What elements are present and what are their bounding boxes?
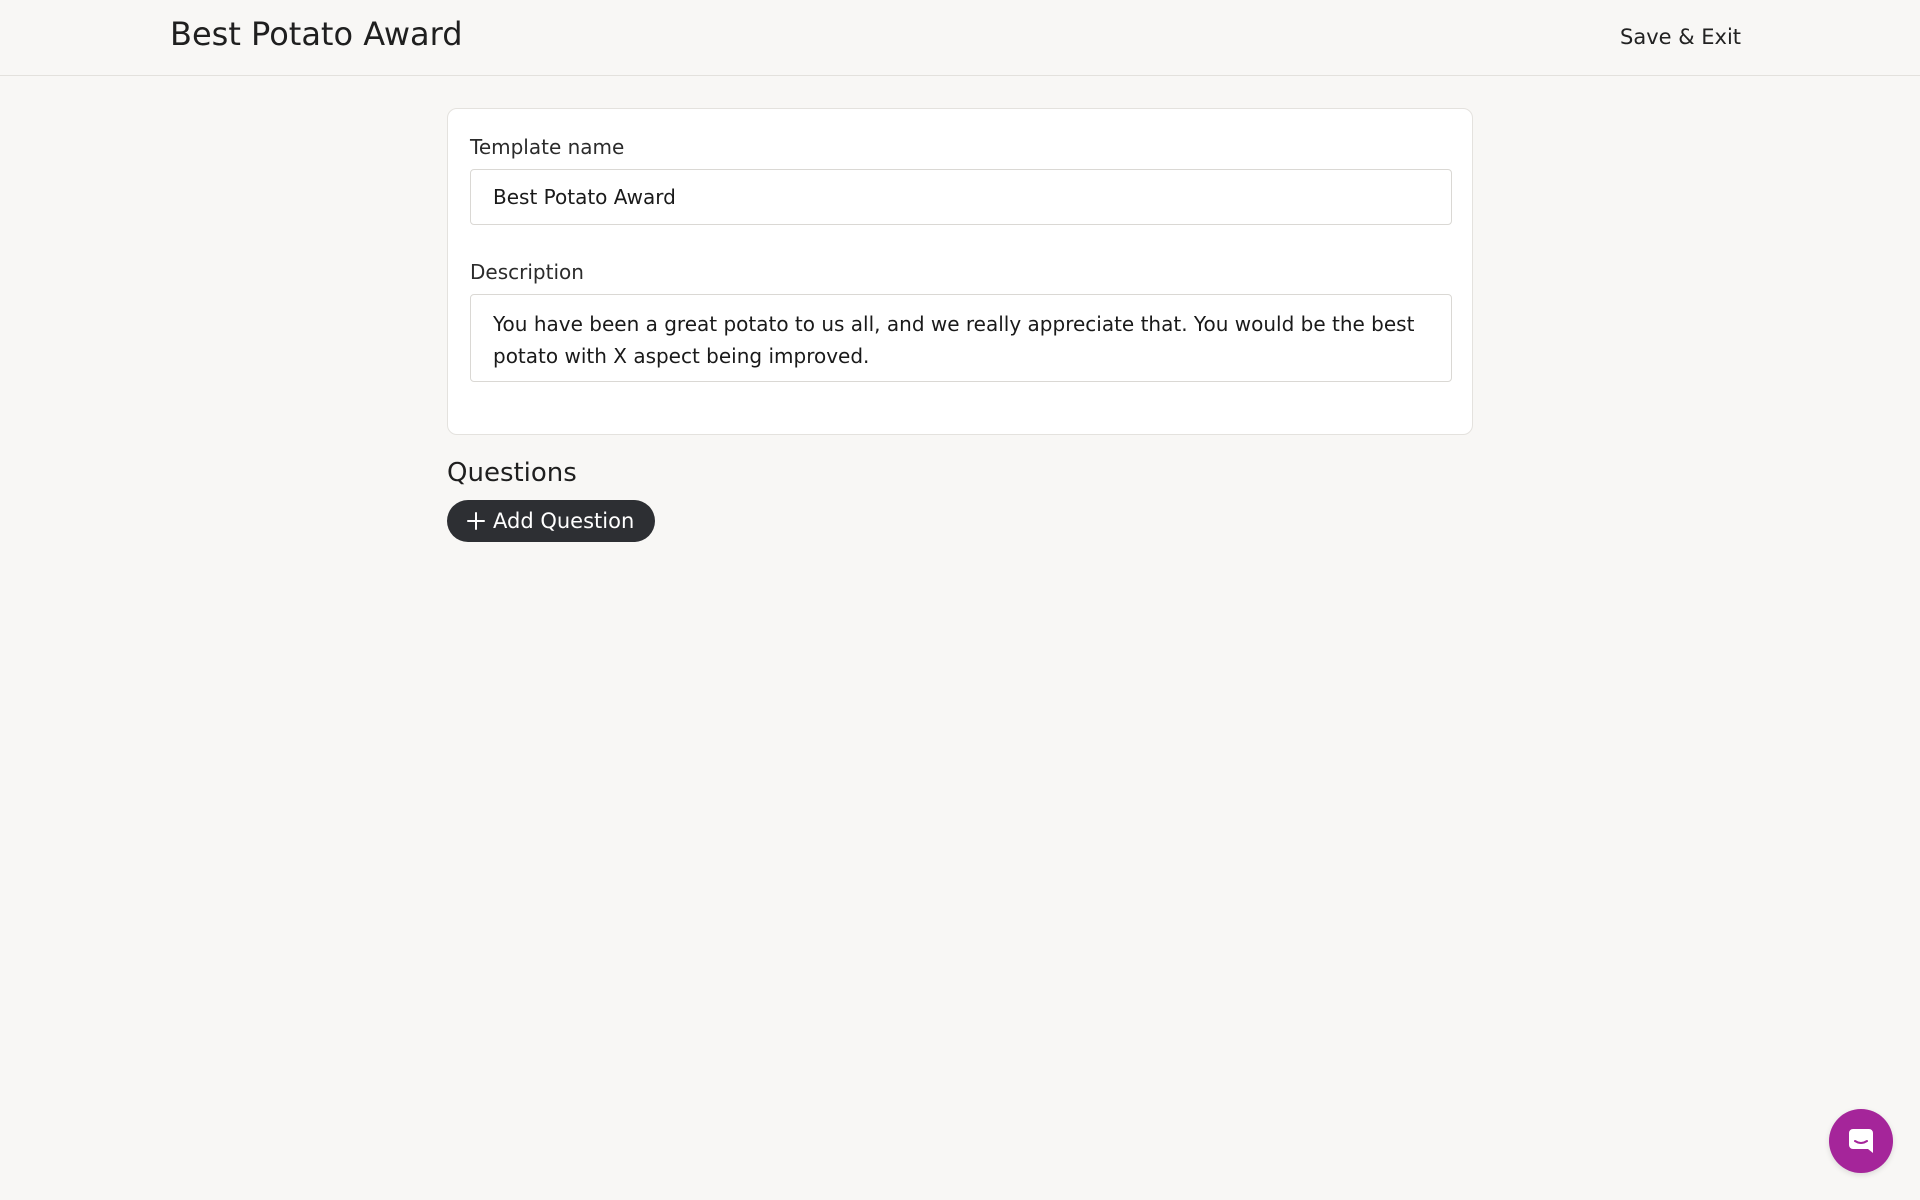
template-details-card: Template name Description You have been … xyxy=(447,108,1473,435)
description-label: Description xyxy=(470,260,584,284)
template-name-label: Template name xyxy=(470,135,625,159)
chat-bubble-icon xyxy=(1849,1129,1873,1153)
plus-icon xyxy=(467,512,485,530)
save-exit-button[interactable]: Save & Exit xyxy=(1620,22,1741,52)
chat-launcher-button[interactable] xyxy=(1829,1109,1893,1173)
add-question-label: Add Question xyxy=(493,509,635,533)
template-name-input[interactable] xyxy=(470,169,1452,225)
add-question-button[interactable]: Add Question xyxy=(447,500,656,542)
top-bar: Best Potato Award Save & Exit xyxy=(0,0,1920,76)
questions-heading: Questions xyxy=(447,458,577,488)
description-textarea[interactable]: You have been a great potato to us all, … xyxy=(470,294,1452,382)
page-title: Best Potato Award xyxy=(170,15,463,53)
